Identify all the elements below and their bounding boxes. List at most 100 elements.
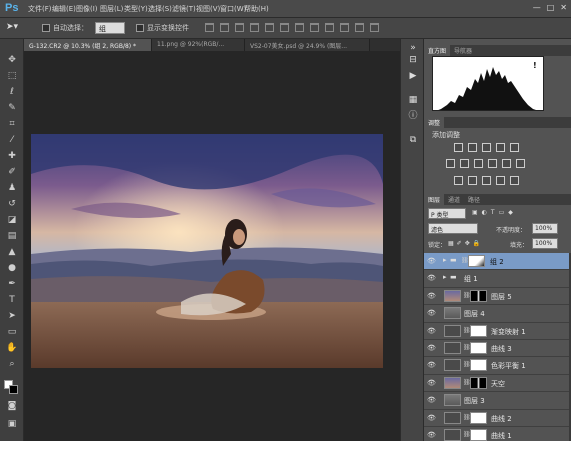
- tab-channels[interactable]: 通道: [444, 194, 464, 205]
- dodge-tool-icon[interactable]: ●: [5, 263, 19, 274]
- selective-color-icon[interactable]: [510, 176, 519, 185]
- channel-mixer-icon[interactable]: [502, 159, 511, 168]
- invert-icon[interactable]: [454, 176, 463, 185]
- lasso-tool-icon[interactable]: ℓ: [5, 87, 19, 98]
- distribute-right-icon[interactable]: [370, 23, 379, 32]
- layer-filter-kind[interactable]: P 类型: [428, 208, 466, 219]
- layer-mask-thumbnail[interactable]: [470, 341, 487, 354]
- align-vcenter-icon[interactable]: [220, 23, 229, 32]
- align-right-icon[interactable]: [280, 23, 289, 32]
- align-left-icon[interactable]: [250, 23, 259, 32]
- path-select-tool-icon[interactable]: ➤: [5, 311, 19, 322]
- auto-select-dropdown[interactable]: 组: [95, 22, 125, 34]
- layer-thumbnail[interactable]: [444, 411, 461, 424]
- menu-window[interactable]: 窗口(W): [220, 4, 246, 14]
- threshold-icon[interactable]: [482, 176, 491, 185]
- layers-scrollbar[interactable]: [569, 253, 571, 441]
- blend-mode-dropdown[interactable]: 滤色: [428, 223, 478, 234]
- minimize-button[interactable]: —: [533, 3, 541, 12]
- layer-thumbnail[interactable]: [444, 394, 461, 407]
- layer-mask-thumbnail[interactable]: [470, 428, 487, 441]
- move-tool-icon[interactable]: ✥: [5, 55, 19, 66]
- menu-select[interactable]: 选择(S): [148, 4, 172, 14]
- tab-paths[interactable]: 路径: [464, 194, 484, 205]
- distribute-hcenter-icon[interactable]: [355, 23, 364, 32]
- visibility-eye-icon[interactable]: 👁: [427, 431, 436, 439]
- distribute-top-icon[interactable]: [295, 23, 304, 32]
- visibility-eye-icon[interactable]: 👁: [427, 361, 436, 369]
- posterize-icon[interactable]: [468, 176, 477, 185]
- marquee-tool-icon[interactable]: ⬚: [5, 71, 19, 82]
- screen-mode-icon[interactable]: ▣: [5, 419, 19, 430]
- layer-row[interactable]: 👁 ▸ ▬ ⛓ 组 2: [424, 253, 571, 271]
- menu-help[interactable]: 帮助(H): [244, 4, 269, 14]
- tab-layers[interactable]: 图层: [424, 194, 445, 205]
- eyedropper-tool-icon[interactable]: ⁄: [5, 135, 19, 146]
- distribute-left-icon[interactable]: [340, 23, 349, 32]
- doc-tab-2[interactable]: 11.png @ 92%(RGB/...: [152, 39, 245, 51]
- quick-mask-icon[interactable]: ◙: [5, 401, 19, 412]
- cache-warning-icon[interactable]: !: [533, 61, 537, 70]
- close-button[interactable]: ✕: [560, 3, 567, 12]
- eraser-tool-icon[interactable]: ◪: [5, 215, 19, 226]
- layer-row[interactable]: 👁 图层 4: [424, 305, 571, 323]
- fill-input[interactable]: 100%: [532, 238, 558, 249]
- layer-thumbnail[interactable]: [444, 289, 461, 302]
- zoom-tool-icon[interactable]: ⌕: [5, 359, 19, 370]
- tab-histogram[interactable]: 直方图: [424, 45, 451, 56]
- actions-panel-icon[interactable]: ▶: [407, 71, 419, 82]
- photo-filter-icon[interactable]: [488, 159, 497, 168]
- align-hcenter-icon[interactable]: [265, 23, 274, 32]
- menu-image[interactable]: 图像(I): [76, 4, 100, 14]
- align-top-icon[interactable]: [205, 23, 214, 32]
- layer-row[interactable]: 👁◑⛓曲线 3: [424, 339, 571, 358]
- layer-row[interactable]: 👁 图层 3: [424, 392, 571, 410]
- history-panel-icon[interactable]: ⊟: [407, 55, 419, 66]
- gradient-map-icon[interactable]: [496, 176, 505, 185]
- layer-row[interactable]: 👁◑⛓曲线 1: [424, 426, 571, 441]
- hue-saturation-icon[interactable]: [446, 159, 455, 168]
- expand-arrow-icon[interactable]: ▸: [443, 273, 447, 281]
- layer-mask-thumbnail[interactable]: [470, 289, 487, 302]
- menu-view[interactable]: 视图(V): [196, 4, 220, 14]
- shape-tool-icon[interactable]: ▭: [5, 327, 19, 338]
- menu-edit[interactable]: 编辑(E): [52, 4, 76, 14]
- layer-row[interactable]: 👁 ▸ ▬ 组 1: [424, 270, 571, 288]
- filter-icons[interactable]: ▣◐T▭◆: [472, 209, 517, 216]
- tab-navigator[interactable]: 导航器: [450, 45, 476, 56]
- clone-source-panel-icon[interactable]: ⧉: [407, 135, 419, 146]
- type-tool-icon[interactable]: T: [5, 295, 19, 306]
- visibility-eye-icon[interactable]: 👁: [427, 257, 436, 265]
- brush-tool-icon[interactable]: ✐: [5, 167, 19, 178]
- show-transform-checkbox[interactable]: [136, 24, 144, 32]
- color-balance-icon[interactable]: [460, 159, 469, 168]
- collapse-arrows-icon[interactable]: »: [407, 43, 419, 54]
- layer-thumbnail[interactable]: [444, 307, 461, 320]
- vibrance-icon[interactable]: [510, 143, 519, 152]
- layer-thumbnail[interactable]: [444, 428, 461, 441]
- layer-row[interactable]: 👁◑⛓曲线 2: [424, 409, 571, 427]
- hand-tool-icon[interactable]: ✋: [5, 343, 19, 354]
- tab-adjustments[interactable]: 调整: [424, 117, 445, 128]
- distribute-bottom-icon[interactable]: [325, 23, 334, 32]
- auto-select-checkbox[interactable]: [42, 24, 50, 32]
- restore-button[interactable]: □: [547, 3, 555, 12]
- gradient-tool-icon[interactable]: ▤: [5, 231, 19, 242]
- layer-mask-thumbnail[interactable]: [468, 255, 485, 267]
- layer-row[interactable]: 👁 ⛓ 天空: [424, 374, 571, 393]
- layer-thumbnail[interactable]: [444, 324, 461, 337]
- layer-row[interactable]: 👁◑⛓渐变映射 1: [424, 322, 571, 340]
- align-bottom-icon[interactable]: [235, 23, 244, 32]
- doc-tab-1[interactable]: G-132.CR2 @ 10.3% (组 2, RGB/8) *: [24, 39, 152, 51]
- curves-icon[interactable]: [482, 143, 491, 152]
- properties-panel-icon[interactable]: ▦: [407, 95, 419, 106]
- layer-mask-thumbnail[interactable]: [470, 376, 487, 389]
- color-lookup-icon[interactable]: [516, 159, 525, 168]
- layer-mask-thumbnail[interactable]: [470, 411, 487, 424]
- visibility-eye-icon[interactable]: 👁: [427, 379, 436, 387]
- layer-row[interactable]: 👁 ⛓ 图层 5: [424, 287, 571, 306]
- clone-stamp-tool-icon[interactable]: ♟: [5, 183, 19, 194]
- layer-thumbnail[interactable]: [444, 341, 461, 354]
- info-panel-icon[interactable]: ⓘ: [407, 111, 419, 122]
- background-color-swatch[interactable]: [9, 385, 18, 394]
